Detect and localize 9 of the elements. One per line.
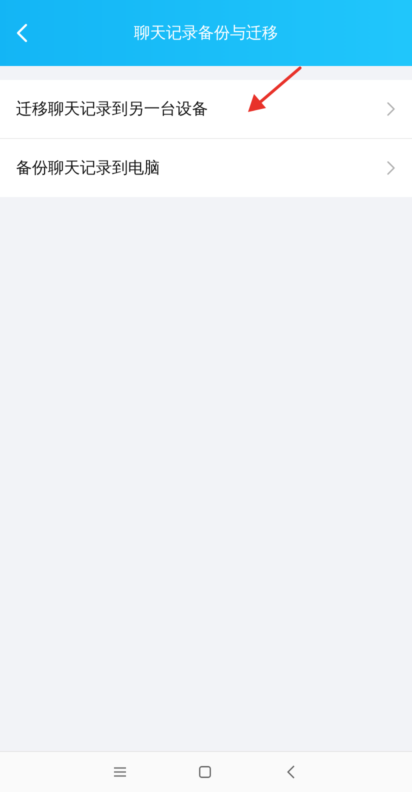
menu-item[interactable]: 备份聊天记录到电脑 <box>0 138 412 197</box>
chevron-right-icon <box>387 102 395 116</box>
chevron-right-icon <box>387 161 395 175</box>
back-icon[interactable] <box>287 765 295 779</box>
arrow-annotation-icon <box>246 66 302 114</box>
menu-item[interactable]: 迁移聊天记录到另一台设备 <box>0 80 412 138</box>
home-icon[interactable] <box>199 766 211 778</box>
page-title: 聊天记录备份与迁移 <box>134 22 278 44</box>
menu-icon[interactable] <box>114 767 126 777</box>
